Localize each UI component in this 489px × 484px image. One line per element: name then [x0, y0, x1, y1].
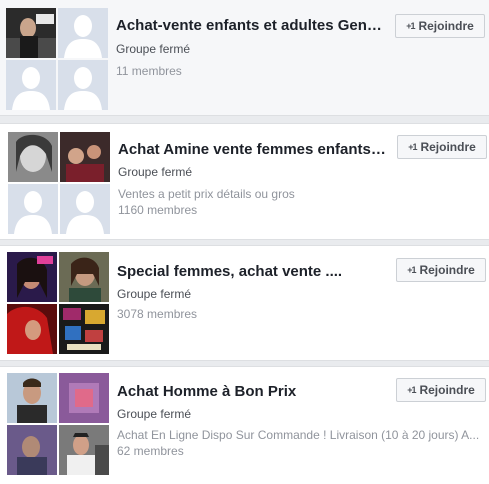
group-thumbnails[interactable] [6, 8, 109, 111]
group-thumbnails[interactable] [7, 252, 110, 355]
silhouette-avatar [58, 8, 108, 58]
plus-one-icon: +1 [407, 265, 416, 275]
join-button-label: Rejoindre [419, 383, 475, 397]
member-photo [60, 132, 110, 182]
member-photo [7, 425, 57, 475]
group-card: Achat Homme à Bon Prix Groupe fermé Acha… [0, 366, 489, 484]
silhouette-avatar [6, 60, 56, 110]
group-privacy-status: Groupe fermé [118, 165, 193, 179]
member-count: 1160 membres [118, 203, 198, 217]
plus-one-icon: +1 [408, 142, 417, 152]
group-description: Achat En Ligne Dispo Sur Commande ! Livr… [117, 428, 480, 442]
group-card: Special femmes, achat vente .... Groupe … [0, 245, 489, 361]
group-card: Achat Amine vente femmes enfants gar... … [0, 123, 489, 240]
silhouette-avatar [58, 60, 108, 110]
group-privacy-status: Groupe fermé [117, 407, 192, 421]
silhouette-avatar [8, 184, 58, 234]
member-photo [7, 373, 57, 423]
join-group-button[interactable]: +1 Rejoindre [395, 14, 485, 38]
member-photo [59, 373, 109, 423]
member-photo [8, 132, 58, 182]
plus-one-icon: +1 [407, 385, 416, 395]
join-group-button[interactable]: +1 Rejoindre [396, 378, 486, 402]
group-thumbnails[interactable] [8, 132, 111, 235]
member-count: 11 membres [116, 64, 182, 78]
group-privacy-status: Groupe fermé [116, 42, 191, 56]
group-title[interactable]: Achat Homme à Bon Prix [117, 382, 389, 402]
group-description: Ventes a petit prix détails ou gros [118, 187, 295, 201]
join-button-label: Rejoindre [418, 19, 474, 33]
join-button-label: Rejoindre [420, 140, 476, 154]
member-count: 3078 membres [117, 307, 198, 321]
join-group-button[interactable]: +1 Rejoindre [396, 258, 486, 282]
group-thumbnails[interactable] [7, 373, 110, 476]
member-count: 62 membres [117, 444, 184, 458]
group-title[interactable]: Achat Amine vente femmes enfants gar... [118, 140, 389, 160]
group-title[interactable]: Special femmes, achat vente .... [117, 262, 389, 282]
join-group-button[interactable]: +1 Rejoindre [397, 135, 487, 159]
member-photo [6, 8, 56, 58]
group-card: Achat-vente enfants et adultes Genève Gr… [0, 0, 489, 116]
member-photo [59, 252, 109, 302]
member-photo [59, 425, 109, 475]
silhouette-avatar [60, 184, 110, 234]
join-button-label: Rejoindre [419, 263, 475, 277]
member-photo [7, 304, 57, 354]
member-photo [7, 252, 57, 302]
group-results-list: Achat-vente enfants et adultes Genève Gr… [0, 0, 489, 484]
plus-one-icon: +1 [406, 21, 415, 31]
group-title[interactable]: Achat-vente enfants et adultes Genève [116, 16, 389, 36]
group-privacy-status: Groupe fermé [117, 287, 192, 301]
member-photo [59, 304, 109, 354]
